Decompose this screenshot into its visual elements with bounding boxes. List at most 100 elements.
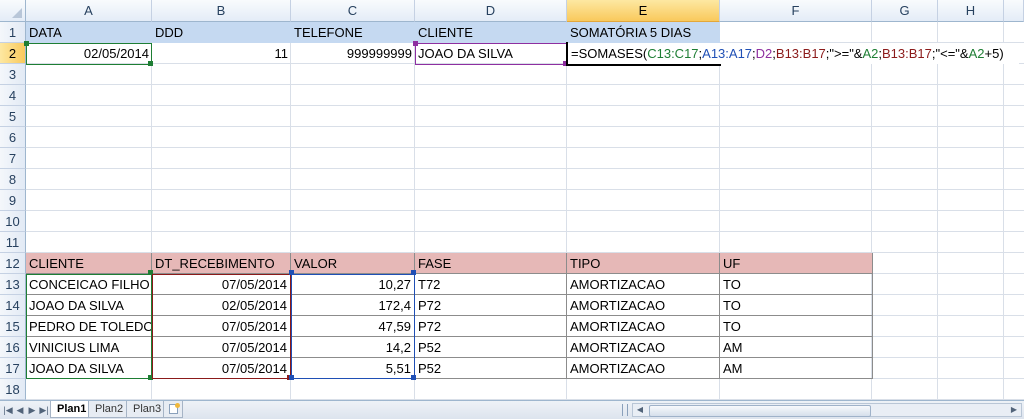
table-cell[interactable]: JOAO DA SILVA — [26, 358, 152, 379]
range-handle[interactable] — [289, 375, 294, 380]
table-cell[interactable]: P72 — [415, 316, 567, 337]
row-header-9[interactable]: 9 — [0, 190, 26, 211]
range-handle[interactable] — [413, 41, 418, 46]
range-handle[interactable] — [563, 61, 568, 66]
table-cell[interactable]: AMORTIZACAO — [567, 316, 720, 337]
row-header-7[interactable]: 7 — [0, 148, 26, 169]
column-header-b[interactable]: B — [152, 0, 291, 22]
table-cell[interactable]: AMORTIZACAO — [567, 274, 720, 295]
range-handle[interactable] — [411, 270, 416, 275]
table-cell[interactable]: AMORTIZACAO — [567, 358, 720, 379]
table-cell[interactable]: P72 — [415, 295, 567, 316]
table-cell[interactable]: AMORTIZACAO — [567, 295, 720, 316]
row-header-3[interactable]: 3 — [0, 64, 26, 85]
table-cell[interactable]: TO — [720, 274, 873, 295]
table-header-uf[interactable]: UF — [720, 253, 873, 274]
table-cell[interactable]: 47,59 — [291, 316, 415, 337]
row-header-10[interactable]: 10 — [0, 211, 26, 232]
cell-d1[interactable]: CLIENTE — [415, 22, 567, 43]
cell-d2[interactable]: JOAO DA SILVA — [415, 43, 567, 64]
range-handle[interactable] — [148, 270, 153, 275]
row-header-2[interactable]: 2 — [0, 43, 26, 64]
horizontal-scrollbar[interactable]: ◀ ▶ — [632, 403, 1022, 417]
column-header-a[interactable]: A — [26, 0, 152, 22]
cell-b2[interactable]: 11 — [152, 43, 291, 64]
row-header-17[interactable]: 17 — [0, 358, 26, 379]
table-cell[interactable]: T72 — [415, 274, 567, 295]
sheet-tab-plan1[interactable]: Plan1 — [50, 401, 94, 418]
table-cell[interactable]: JOAO DA SILVA — [26, 295, 152, 316]
table-cell[interactable]: 02/05/2014 — [152, 295, 291, 316]
row-header-11[interactable]: 11 — [0, 232, 26, 253]
cell-c2[interactable]: 999999999 — [291, 43, 415, 64]
table-cell[interactable]: VINICIUS LIMA — [26, 337, 152, 358]
scroll-left-icon[interactable]: ◀ — [634, 404, 646, 416]
cell-a2[interactable]: 02/05/2014 — [26, 43, 152, 64]
range-handle[interactable] — [411, 375, 416, 380]
table-cell[interactable]: 07/05/2014 — [152, 316, 291, 337]
table-cell[interactable]: TO — [720, 316, 873, 337]
formula-ref-valor: C13:C17 — [647, 46, 699, 61]
insert-sheet-icon[interactable] — [163, 401, 183, 418]
table-cell[interactable]: 5,51 — [291, 358, 415, 379]
table-header-fase[interactable]: FASE — [415, 253, 567, 274]
column-header-g[interactable]: G — [872, 0, 938, 22]
column-header-h[interactable]: H — [938, 0, 1004, 22]
cell-a1[interactable]: DATA — [26, 22, 152, 43]
formula-text: ;"<="& — [931, 46, 969, 61]
row-header-8[interactable]: 8 — [0, 169, 26, 190]
table-cell[interactable]: 172,4 — [291, 295, 415, 316]
row-header-1[interactable]: 1 — [0, 22, 26, 43]
row-header-6[interactable]: 6 — [0, 127, 26, 148]
row-header-5[interactable]: 5 — [0, 106, 26, 127]
row-header-13[interactable]: 13 — [0, 274, 26, 295]
row-header-4[interactable]: 4 — [0, 85, 26, 106]
column-header-f[interactable]: F — [720, 0, 872, 22]
select-all-corner[interactable] — [0, 0, 26, 22]
table-cell[interactable]: 07/05/2014 — [152, 274, 291, 295]
prev-sheet-icon[interactable]: ◀ — [14, 403, 26, 417]
row-header-15[interactable]: 15 — [0, 316, 26, 337]
row-header-14[interactable]: 14 — [0, 295, 26, 316]
table-cell[interactable]: AM — [720, 358, 873, 379]
table-header-valor[interactable]: VALOR — [291, 253, 415, 274]
range-handle[interactable] — [148, 375, 153, 380]
table-cell[interactable]: P52 — [415, 337, 567, 358]
table-header-tipo[interactable]: TIPO — [567, 253, 720, 274]
row-header-16[interactable]: 16 — [0, 337, 26, 358]
cell-b1[interactable]: DDD — [152, 22, 291, 43]
table-cell[interactable]: AM — [720, 337, 873, 358]
sheet-tab-plan2[interactable]: Plan2 — [88, 401, 131, 418]
cell-c1[interactable]: TELEFONE — [291, 22, 415, 43]
column-header-e[interactable]: E — [567, 0, 720, 22]
cell-e2-formula[interactable]: =SOMASES(C13:C17;A13:A17;D2;B13:B17;">="… — [567, 43, 1019, 64]
next-sheet-icon[interactable]: ▶ — [26, 403, 38, 417]
column-header-d[interactable]: D — [415, 0, 567, 22]
range-handle[interactable] — [24, 41, 29, 46]
cell-e1[interactable]: SOMATÓRIA 5 DIAS — [567, 22, 720, 43]
scrollbar-thumb[interactable] — [649, 405, 871, 417]
table-cell[interactable]: CONCEICAO FILHO — [26, 274, 152, 295]
table-cell[interactable]: 14,2 — [291, 337, 415, 358]
sheet-tab-plan3[interactable]: Plan3 — [126, 401, 169, 418]
tab-splitter-handle[interactable] — [622, 404, 628, 416]
scroll-right-icon[interactable]: ▶ — [1008, 404, 1020, 416]
row-header-12[interactable]: 12 — [0, 253, 26, 274]
range-handle[interactable] — [289, 270, 294, 275]
column-header-i[interactable] — [1004, 0, 1024, 22]
row-header-18[interactable]: 18 — [0, 379, 26, 400]
last-sheet-icon[interactable]: ▶| — [38, 403, 50, 417]
first-sheet-icon[interactable]: |◀ — [2, 403, 14, 417]
spreadsheet-grid[interactable]: A B C D E F G H 1 2 3 4 5 6 7 8 9 10 11 … — [0, 0, 1024, 400]
column-header-c[interactable]: C — [291, 0, 415, 22]
table-cell[interactable]: AMORTIZACAO — [567, 337, 720, 358]
table-header-cliente[interactable]: CLIENTE — [26, 253, 152, 274]
table-header-dt-recebimento[interactable]: DT_RECEBIMENTO — [152, 253, 291, 274]
table-cell[interactable]: P52 — [415, 358, 567, 379]
table-cell[interactable]: TO — [720, 295, 873, 316]
table-cell[interactable]: 07/05/2014 — [152, 358, 291, 379]
table-cell[interactable]: 10,27 — [291, 274, 415, 295]
table-cell[interactable]: 07/05/2014 — [152, 337, 291, 358]
range-handle[interactable] — [148, 61, 153, 66]
table-cell[interactable]: PEDRO DE TOLEDO — [26, 316, 152, 337]
